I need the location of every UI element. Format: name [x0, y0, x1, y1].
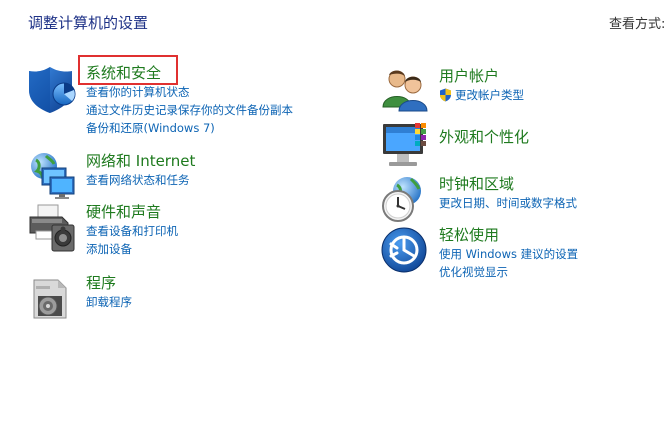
category-title[interactable]: 程序	[86, 274, 132, 293]
link-view-network-status[interactable]: 查看网络状态和任务	[86, 171, 195, 189]
view-by-label: 查看方式:	[609, 17, 666, 32]
uac-shield-icon	[439, 88, 452, 102]
category-title[interactable]: 外观和个性化	[439, 128, 529, 147]
appearance-icon[interactable]	[381, 122, 429, 170]
link-change-date-time-format[interactable]: 更改日期、时间或数字格式	[439, 194, 577, 212]
link-optimize-visual-display[interactable]: 优化视觉显示	[439, 263, 578, 281]
link-devices-printers[interactable]: 查看设备和打印机	[86, 222, 178, 240]
users-icon[interactable]	[381, 67, 429, 115]
link-label: 更改帐户类型	[455, 88, 524, 102]
category-title[interactable]: 用户帐户	[439, 67, 524, 86]
category-title[interactable]: 轻松使用	[439, 226, 578, 245]
accessibility-icon[interactable]	[381, 226, 429, 274]
link-view-computer-status[interactable]: 查看你的计算机状态	[86, 83, 293, 101]
network-icon[interactable]	[28, 152, 76, 200]
category-title[interactable]: 系统和安全	[86, 64, 293, 83]
page-title: 调整计算机的设置	[28, 14, 149, 32]
link-add-device[interactable]: 添加设备	[86, 240, 178, 258]
clock-icon[interactable]	[381, 175, 429, 223]
link-use-recommended-settings[interactable]: 使用 Windows 建议的设置	[439, 245, 578, 263]
shield-icon[interactable]	[28, 64, 76, 113]
printer-icon[interactable]	[28, 203, 76, 252]
link-file-history-backup[interactable]: 通过文件历史记录保存你的文件备份副本	[86, 101, 293, 119]
category-title[interactable]: 时钟和区域	[439, 175, 577, 194]
link-backup-restore[interactable]: 备份和还原(Windows 7)	[86, 119, 293, 137]
link-change-account-type[interactable]: 更改帐户类型	[439, 86, 524, 104]
category-title[interactable]: 硬件和声音	[86, 203, 178, 222]
link-uninstall-program[interactable]: 卸载程序	[86, 293, 132, 311]
programs-icon[interactable]	[28, 274, 76, 322]
category-title[interactable]: 网络和 Internet	[86, 152, 195, 171]
